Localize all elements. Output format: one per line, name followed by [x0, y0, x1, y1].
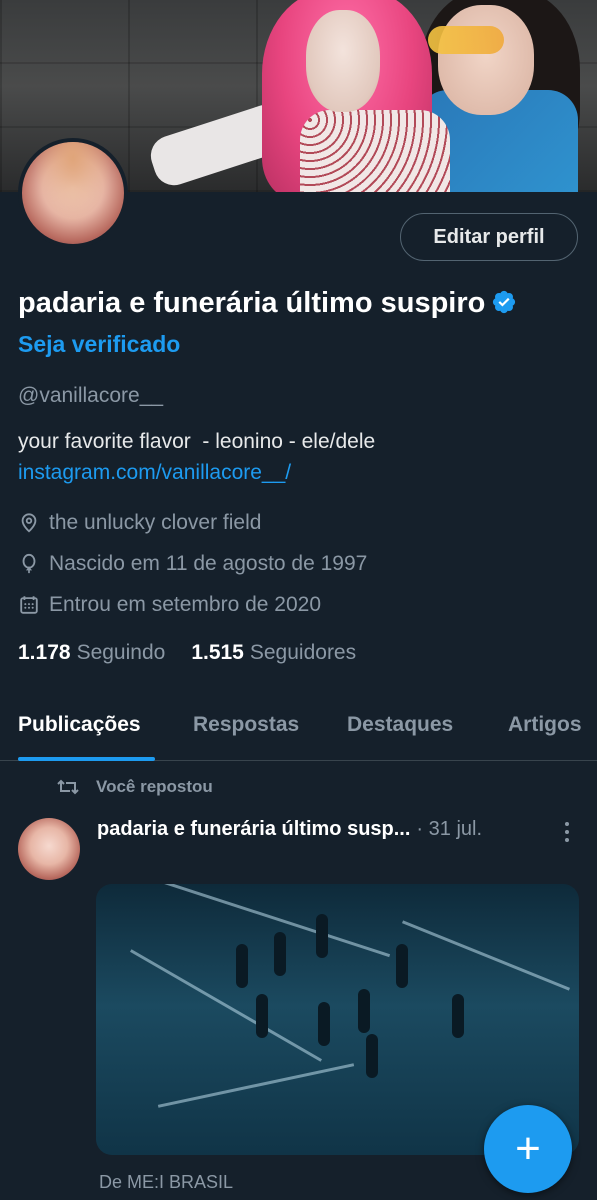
media-detail [129, 949, 323, 1062]
post-media-source: De ME:I BRASIL [99, 1172, 234, 1192]
tab-highlights[interactable]: Destaques [347, 713, 453, 737]
media-detail [358, 989, 370, 1033]
repost-label: Você repostou [96, 777, 213, 796]
media-detail [157, 1063, 355, 1108]
media-detail [316, 914, 328, 958]
following-count: 1.178 [18, 641, 71, 664]
tab-articles[interactable]: Artigos [508, 713, 582, 737]
media-detail [141, 884, 391, 958]
more-dot [565, 822, 569, 826]
more-dot [565, 830, 569, 834]
profile-name-block: padaria e funerária último suspiro Seja … [18, 283, 558, 364]
followers-link[interactable]: 1.515 Seguidores [191, 641, 356, 665]
profile-handle: @vanillacore__ [18, 384, 164, 407]
banner-detail [438, 5, 534, 115]
media-detail [318, 1002, 330, 1046]
location-text: the unlucky clover field [49, 511, 262, 534]
profile-avatar[interactable] [18, 138, 128, 248]
more-dot [565, 838, 569, 842]
profile-name: padaria e funerária último suspiro [18, 287, 486, 319]
following-label: Seguindo [76, 641, 166, 664]
media-detail [401, 920, 571, 991]
birthday-text: Nascido em 11 de agosto de 1997 [49, 552, 368, 575]
more-vertical-icon[interactable] [557, 820, 577, 844]
media-detail [396, 944, 408, 988]
profile-link[interactable]: instagram.com/vanillacore__/ [18, 461, 291, 485]
joined-text: Entrou em setembro de 2020 [49, 593, 321, 616]
media-detail [366, 1034, 378, 1078]
balloon-icon [22, 553, 36, 574]
media-detail [274, 932, 286, 976]
location-pin-icon [21, 513, 37, 533]
following-link[interactable]: 1.178 Seguindo [18, 641, 165, 665]
profile-joined: Entrou em setembro de 2020 [18, 590, 321, 620]
calendar-icon [20, 596, 38, 614]
repost-context: Você repostou [56, 777, 213, 797]
profile-birthday: Nascido em 11 de agosto de 1997 [18, 549, 367, 579]
edit-profile-button[interactable]: Editar perfil [400, 213, 578, 261]
post-author-avatar[interactable] [18, 818, 80, 880]
media-detail [256, 994, 268, 1038]
repost-icon [57, 779, 79, 795]
banner-detail [300, 110, 450, 192]
profile-bio: your favorite flavor - leonino - ele/del… [18, 430, 376, 453]
post-header: padaria e funerária último susp... · 31 … [97, 818, 482, 841]
followers-label: Seguidores [249, 641, 357, 664]
post-author-name[interactable]: padaria e funerária último susp... [97, 818, 410, 841]
follow-stats: 1.178 Seguindo 1.515 Seguidores [18, 641, 382, 665]
plus-icon: + [515, 1124, 541, 1173]
banner-detail [306, 10, 380, 112]
avatar-hair [22, 142, 124, 244]
followers-count: 1.515 [191, 641, 244, 664]
media-detail [452, 994, 464, 1038]
tab-posts[interactable]: Publicações [18, 713, 141, 737]
post-date[interactable]: · 31 jul. [416, 818, 482, 841]
banner-detail [428, 26, 504, 54]
tab-replies[interactable]: Respostas [193, 713, 299, 737]
profile-tabs: Publicações Respostas Destaques Artigos [0, 705, 597, 761]
media-detail [236, 944, 248, 988]
profile-location: the unlucky clover field [18, 508, 261, 538]
get-verified-link[interactable]: Seja verificado [18, 331, 180, 357]
active-tab-indicator [18, 757, 155, 761]
verified-badge-icon[interactable] [491, 289, 517, 315]
compose-post-button[interactable]: + [484, 1105, 572, 1193]
